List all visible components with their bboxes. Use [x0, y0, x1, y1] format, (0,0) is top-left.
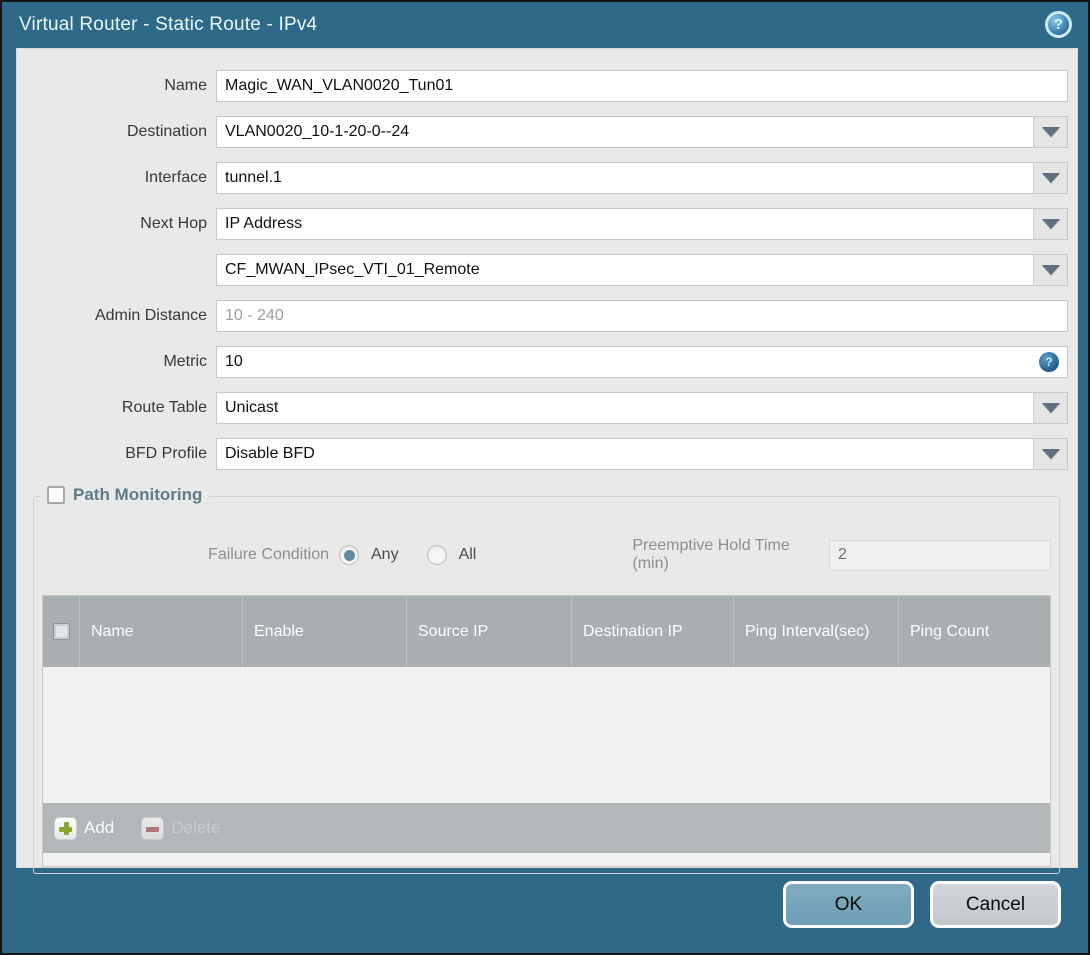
delete-button: Delete — [141, 816, 221, 840]
path-monitoring-table: Name Enable Source IP Destination IP Pin… — [42, 595, 1051, 867]
chevron-down-icon — [1041, 219, 1060, 229]
add-button-label: Add — [84, 818, 115, 837]
column-header-ping-count[interactable]: Ping Count — [898, 596, 1050, 667]
table-toolbar: Add Delete — [43, 803, 1050, 853]
bfd-profile-input[interactable] — [216, 438, 1068, 470]
form-row-next-hop: Next Hop — [17, 208, 1068, 240]
dialog-content: Name Destination Interface — [16, 48, 1078, 874]
destination-label: Destination — [126, 123, 207, 140]
chevron-down-icon — [1041, 449, 1060, 459]
minus-icon — [141, 816, 165, 840]
interface-label: Interface — [144, 169, 207, 186]
dialog-footer: OK Cancel — [783, 881, 1061, 928]
interface-input[interactable] — [216, 162, 1068, 194]
radio-any-label: Any — [371, 546, 399, 563]
interface-dropdown-button[interactable] — [1033, 162, 1068, 194]
form-row-next-hop-address — [17, 254, 1068, 286]
name-input[interactable] — [216, 70, 1068, 102]
column-header-ping-interval[interactable]: Ping Interval(sec) — [733, 596, 898, 667]
plus-icon — [54, 816, 77, 840]
preemptive-hold-time-input[interactable] — [829, 539, 1051, 571]
add-button[interactable]: Add — [54, 816, 115, 840]
form-row-name: Name — [17, 70, 1068, 102]
admin-distance-label: Admin Distance — [94, 307, 207, 324]
form-row-destination: Destination — [17, 116, 1068, 148]
select-all-checkbox[interactable] — [52, 623, 70, 640]
table-header-row: Name Enable Source IP Destination IP Pin… — [43, 596, 1050, 667]
path-monitoring-controls: Failure Condition Any All Preemptive Hol… — [42, 537, 1051, 573]
name-label: Name — [164, 77, 207, 94]
route-table-label: Route Table — [121, 399, 207, 416]
next-hop-address-input[interactable] — [216, 254, 1068, 286]
form-row-admin-distance: Admin Distance — [17, 300, 1068, 332]
help-icon[interactable]: ? — [1045, 11, 1072, 38]
chevron-down-icon — [1041, 265, 1060, 275]
form-row-route-table: Route Table — [17, 392, 1068, 424]
next-hop-address-dropdown-button[interactable] — [1033, 254, 1068, 286]
radio-option-any[interactable]: Any — [339, 545, 399, 565]
metric-input[interactable] — [216, 346, 1068, 378]
select-all-cell — [43, 596, 79, 667]
next-hop-type-dropdown-button[interactable] — [1033, 208, 1068, 240]
form-row-bfd-profile: BFD Profile — [17, 438, 1068, 470]
path-monitoring-checkbox[interactable] — [47, 486, 65, 504]
column-header-name[interactable]: Name — [79, 596, 242, 667]
next-hop-label: Next Hop — [140, 215, 207, 232]
chevron-down-icon — [1041, 403, 1060, 413]
chevron-down-icon — [1041, 173, 1060, 183]
delete-button-label: Delete — [171, 818, 221, 837]
failure-condition-radio-group: Any All — [339, 545, 476, 565]
static-route-dialog: Virtual Router - Static Route - IPv4 ? N… — [0, 0, 1090, 955]
cancel-button[interactable]: Cancel — [930, 881, 1061, 928]
metric-info-icon[interactable]: ? — [1039, 352, 1059, 372]
radio-all-icon[interactable] — [426, 545, 447, 565]
failure-condition-label: Failure Condition — [208, 546, 329, 563]
path-monitoring-toggle[interactable]: Path Monitoring — [40, 485, 210, 505]
next-hop-type-input[interactable] — [216, 208, 1068, 240]
path-monitoring-fieldset: Path Monitoring Failure Condition Any Al… — [33, 485, 1060, 874]
bfd-profile-dropdown-button[interactable] — [1033, 438, 1068, 470]
column-header-enable[interactable]: Enable — [242, 596, 406, 667]
route-table-dropdown-button[interactable] — [1033, 392, 1068, 424]
route-table-input[interactable] — [216, 392, 1068, 424]
destination-input[interactable] — [216, 116, 1068, 148]
form-row-metric: Metric ? — [17, 346, 1068, 378]
admin-distance-input[interactable] — [216, 300, 1068, 332]
preemptive-hold-time-label: Preemptive Hold Time (min) — [632, 537, 790, 572]
path-monitoring-label: Path Monitoring — [73, 485, 203, 504]
destination-dropdown-button[interactable] — [1033, 116, 1068, 148]
ok-button[interactable]: OK — [783, 881, 914, 928]
form-row-interface: Interface — [17, 162, 1068, 194]
metric-label: Metric — [163, 353, 207, 370]
column-header-destination-ip[interactable]: Destination IP — [571, 596, 733, 667]
radio-all-label: All — [458, 546, 477, 563]
column-header-source-ip[interactable]: Source IP — [406, 596, 571, 667]
chevron-down-icon — [1041, 127, 1060, 137]
radio-any-icon[interactable] — [339, 545, 359, 565]
table-body-empty — [43, 667, 1050, 803]
dialog-title: Virtual Router - Static Route - IPv4 — [19, 13, 318, 35]
dialog-titlebar: Virtual Router - Static Route - IPv4 ? — [2, 2, 1088, 47]
bfd-profile-label: BFD Profile — [125, 445, 207, 462]
radio-option-all[interactable]: All — [426, 545, 477, 565]
